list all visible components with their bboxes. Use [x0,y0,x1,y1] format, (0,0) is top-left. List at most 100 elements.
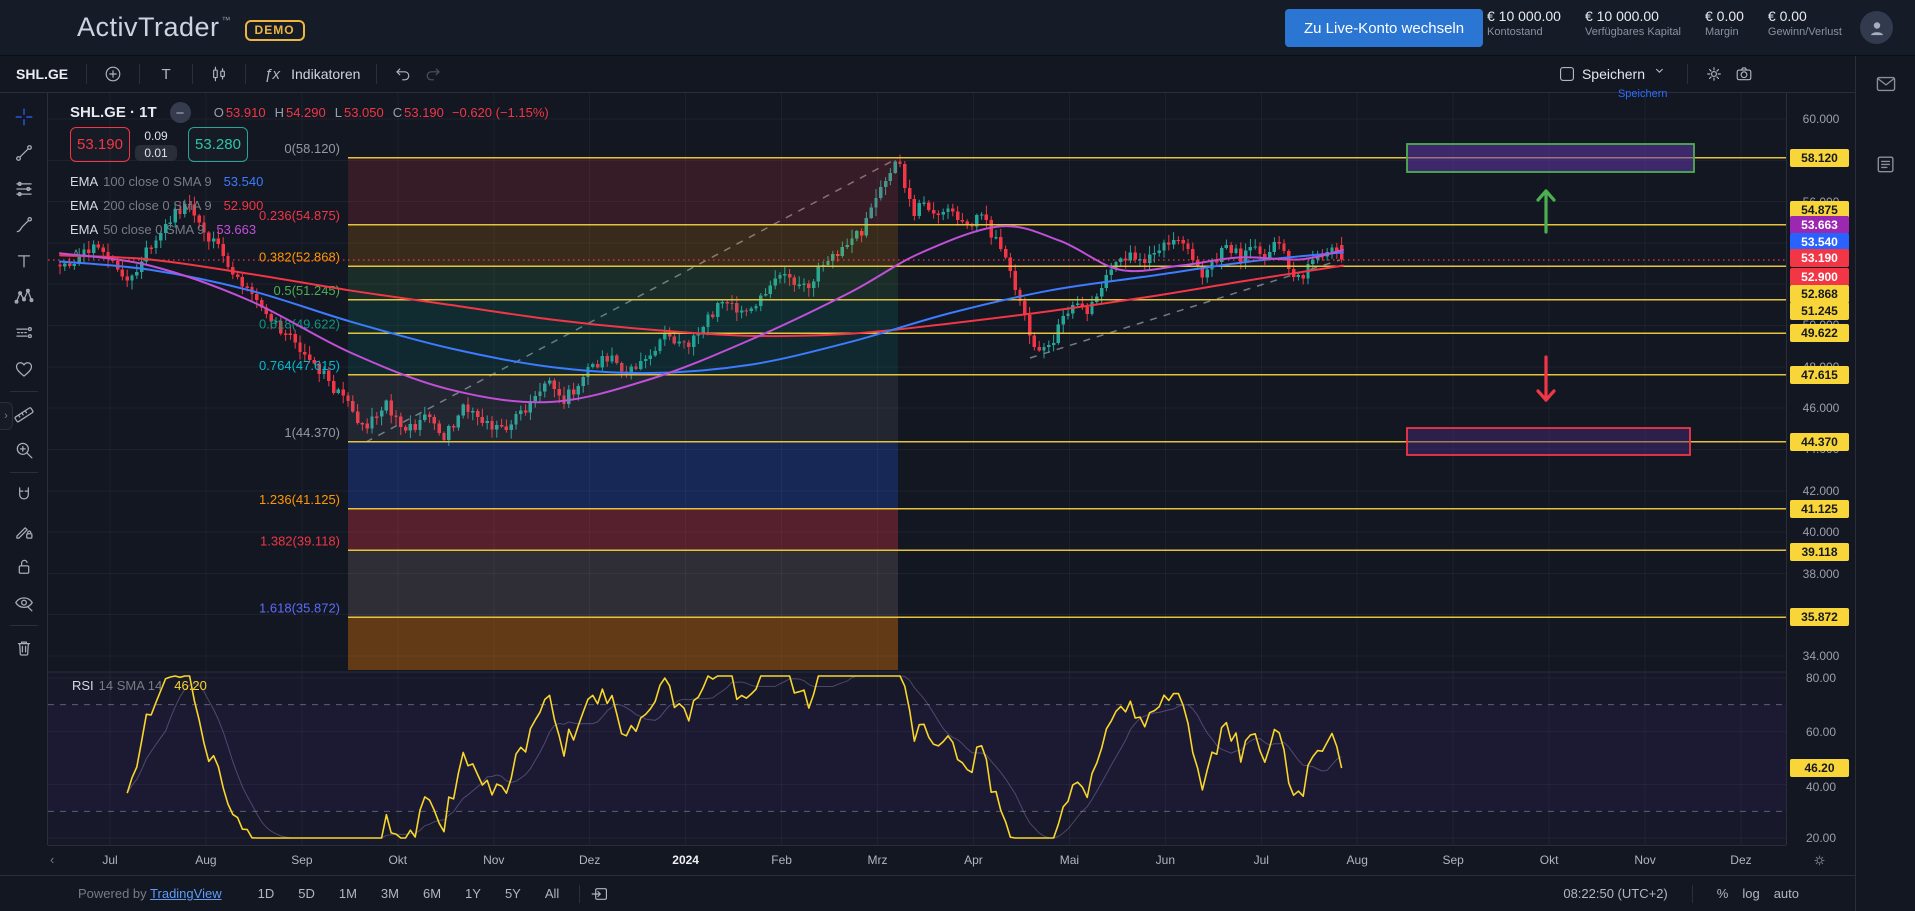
bottom-toolbar: Powered by TradingView 1D5D1M3M6M1Y5YAll… [0,875,1855,911]
stat-label: Verfügbares Kapital [1585,26,1681,38]
symbol-selector[interactable]: SHL.GE [16,66,68,82]
tool-trend-line[interactable] [4,135,44,171]
toolbar-divider [192,64,193,84]
indicator-params: 50 close 0 SMA 9 [103,222,204,237]
axis-price-label: 38.000 [1787,567,1855,581]
indicators-button[interactable]: ƒx [257,59,287,89]
save-button[interactable]: Speichern [1582,66,1645,82]
indicator-params: 100 close 0 SMA 9 [103,174,211,189]
stat-value: € 10 000.00 [1487,8,1561,24]
plus-circle-icon [103,64,123,84]
rail-divider [10,391,38,392]
indicator-value: 52.900 [224,198,264,213]
chevron-down-icon[interactable] [1653,64,1673,84]
tool-long-position[interactable] [4,315,44,351]
tool-zoom-in[interactable] [4,432,44,468]
app-logo: ActivTrader ™ DEMO [77,12,305,43]
date-range-buttons: 1D5D1M3M6M1Y5YAll [248,883,570,904]
undo-icon [393,64,413,84]
timeframe-button[interactable]: T [151,59,181,89]
lock-open-icon [13,556,35,578]
switch-to-live-button[interactable]: Zu Live-Konto wechseln [1285,9,1483,47]
snapshot-button[interactable] [1729,59,1759,89]
minus-icon [170,103,190,123]
chart-symbol-title[interactable]: SHL.GE · 1T [70,104,157,121]
toolbar-divider [1687,64,1688,84]
go-to-date-button[interactable] [590,884,610,904]
tradingview-link[interactable]: TradingView [150,886,222,901]
stat-label: Kontostand [1487,26,1561,38]
redo-button[interactable] [418,59,448,89]
tool-lock-open[interactable] [4,549,44,585]
legend-collapse-button[interactable] [170,102,191,123]
auto-scale-toggle[interactable]: auto [1774,886,1799,901]
range-3m[interactable]: 3M [371,883,409,904]
tool-brush[interactable] [4,207,44,243]
rsi-params: 14 SMA 14 [99,678,163,693]
sidebar-news-button[interactable] [1856,144,1915,184]
scroll-left-icon[interactable]: ‹ [50,852,54,867]
percent-scale-toggle[interactable]: % [1717,886,1729,901]
account-stat: € 0.00Margin [1705,8,1744,38]
range-5y[interactable]: 5Y [495,883,531,904]
axis-price-tag: 46.20 [1790,759,1849,777]
range-all[interactable]: All [535,883,569,904]
indicator-legend-row[interactable]: EMA100 close 0 SMA 953.540 [70,174,263,189]
log-scale-toggle[interactable]: log [1742,886,1759,901]
tool-eye-hide[interactable] [4,585,44,621]
heart-icon [13,358,35,380]
tool-text-tool[interactable] [4,243,44,279]
axis-price-label: 34.000 [1787,649,1855,663]
time-axis[interactable]: ‹ JulAugSepOktNovDez2024FebMrzAprMaiJunJ… [48,845,1786,875]
watchlist-expand-handle[interactable]: › [0,402,13,430]
tool-magnet[interactable] [4,477,44,513]
tool-fib-retracement[interactable] [4,171,44,207]
price-axis[interactable]: 60.00058.00056.00054.00052.00050.00048.0… [1786,93,1855,845]
axis-price-label: 20.00 [1787,831,1855,845]
chart-settings-button[interactable] [1699,59,1729,89]
tool-trash[interactable] [4,630,44,666]
indicator-legend-row[interactable]: EMA50 close 0 SMA 953.663 [70,222,256,237]
indicator-legend-row[interactable]: EMA200 close 0 SMA 952.900 [70,198,263,213]
buy-button[interactable]: 53.280 [188,127,248,162]
xabcd-pattern-icon [13,286,35,308]
rsi-legend-row[interactable]: RSI 14 SMA 14 46.20 [72,678,207,693]
tool-heart[interactable] [4,351,44,387]
user-avatar[interactable] [1860,11,1893,44]
toolbar-divider [86,64,87,84]
range-6m[interactable]: 6M [413,883,451,904]
range-1m[interactable]: 1M [329,883,367,904]
range-5d[interactable]: 5D [288,883,325,904]
axis-price-tag: 47.615 [1790,366,1849,384]
stat-label: Gewinn/Verlust [1768,26,1842,38]
ohlc-key: C [393,105,402,120]
sell-button[interactable]: 53.190 [70,127,130,162]
user-icon [1867,18,1887,38]
bottombar-divider [1692,885,1693,903]
chart-style-button[interactable] [204,59,234,89]
rail-divider [10,472,38,473]
price-chart-canvas[interactable]: 0(58.120)0.236(54.875)0.382(52.868)0.5(5… [48,93,1786,845]
axis-price-tag: 41.125 [1790,500,1849,518]
axis-price-label: 42.000 [1787,484,1855,498]
tool-xabcd-pattern[interactable] [4,279,44,315]
redo-icon [423,64,443,84]
theme-sun-icon[interactable] [1811,852,1828,869]
axis-price-tag: 53.663 [1790,216,1849,234]
session-clock[interactable]: 08:22:50 (UTC+2) [1563,886,1667,901]
indicator-params: 200 close 0 SMA 9 [103,198,211,213]
sidebar-envelope-button[interactable] [1856,64,1915,104]
brush-icon [13,214,35,236]
indicators-label[interactable]: Indikatoren [291,66,360,82]
tool-crosshair[interactable] [4,99,44,135]
envelope-icon [1874,72,1898,96]
save-layout-control[interactable]: Speichern Speichern [1582,64,1673,84]
compare-add-button[interactable] [98,59,128,89]
range-1y[interactable]: 1Y [455,883,491,904]
undo-button[interactable] [388,59,418,89]
legend-scroll-caret[interactable]: ∧ [72,246,80,259]
tool-drawing-lock[interactable] [4,513,44,549]
range-1d[interactable]: 1D [248,883,285,904]
month-label: Nov [483,853,504,867]
layout-select-button[interactable] [1552,59,1582,89]
